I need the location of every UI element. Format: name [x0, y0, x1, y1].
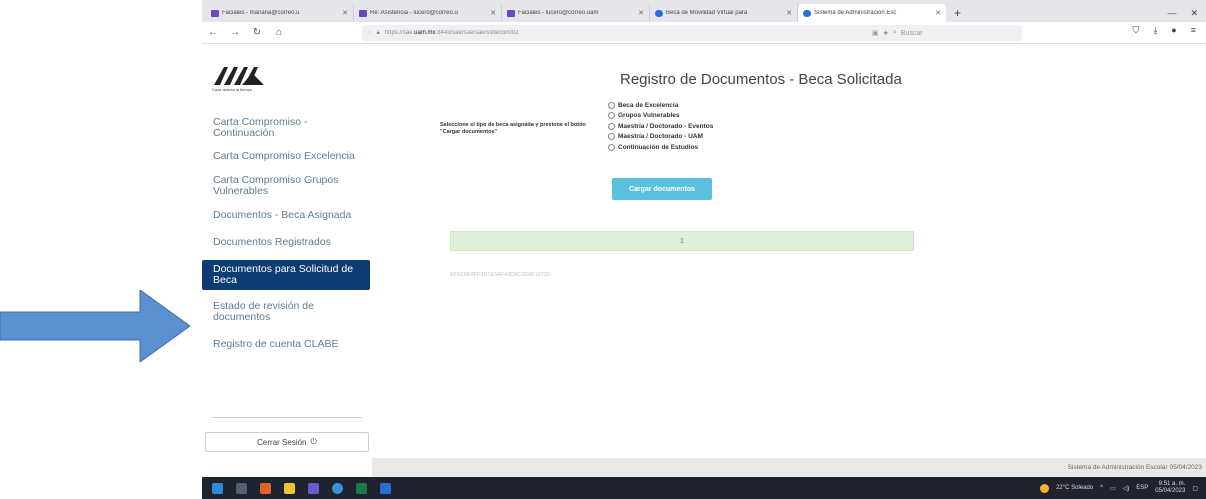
- pointer-arrow: [0, 290, 190, 362]
- os-taskbar: 22°C Soleado ^ ▭ ◁) ESP 9:51 a. m. 05/04…: [202, 477, 1206, 499]
- close-tab-icon[interactable]: ✕: [490, 9, 496, 17]
- close-tab-icon[interactable]: ✕: [935, 9, 941, 17]
- close-window-icon[interactable]: ✕: [1190, 8, 1198, 19]
- chrome-icon[interactable]: [332, 482, 343, 494]
- app-area: Casa abierta al tiempo Carta Compromiso …: [202, 45, 1206, 458]
- teams-icon[interactable]: [308, 482, 319, 494]
- footer: Sistema de Administración Escolar 05/04/…: [372, 458, 1206, 477]
- logout-label: Cerrar Sesión: [257, 437, 307, 447]
- windows-start-icon[interactable]: [212, 482, 223, 494]
- option-maestria-uam[interactable]: Maestría / Doctorado - UAM: [608, 132, 713, 143]
- tab-title: Faciales - lucero@correo.uam: [518, 10, 599, 16]
- browser-tab-5[interactable]: Sistema de Administración Esc ✕: [798, 4, 946, 22]
- mail-favicon-icon: [359, 9, 367, 17]
- sidebar: Casa abierta al tiempo Carta Compromiso …: [202, 45, 370, 458]
- lock-icon: 🔒︎: [376, 29, 380, 36]
- excel-icon[interactable]: [356, 482, 367, 494]
- new-tab-button[interactable]: +: [946, 4, 969, 22]
- browser-tab-1[interactable]: Faciales - mariana@correo.u ✕: [206, 4, 354, 22]
- close-tab-icon[interactable]: ✕: [638, 9, 644, 17]
- shield-icon: ◌: [368, 30, 372, 36]
- minimize-icon[interactable]: —: [1167, 8, 1176, 18]
- page-title: Registro de Documentos - Beca Solicitada: [620, 71, 902, 88]
- session-hash: AF5C6B9FF0D7E5AF43D8C2D0F1072D: [450, 272, 551, 278]
- power-icon: ⏻: [310, 437, 317, 446]
- radio-button[interactable]: [608, 133, 615, 141]
- window-controls: — ✕: [1167, 4, 1206, 22]
- tab-title: Re: Asistencia - lucero@correo.u: [370, 10, 458, 16]
- task-view-icon[interactable]: [236, 482, 247, 494]
- sidebar-divider: [212, 417, 362, 418]
- sidebar-menu: Carta Compromiso - Continuación Carta Co…: [202, 117, 370, 350]
- outlook-icon[interactable]: [380, 482, 391, 494]
- volume-icon[interactable]: ◁): [1123, 485, 1130, 492]
- browser-tab-2[interactable]: Re: Asistencia - lucero@correo.u ✕: [354, 4, 502, 22]
- language-indicator[interactable]: ESP: [1136, 485, 1148, 491]
- mail-favicon-icon: [211, 9, 219, 17]
- weather-text[interactable]: 22°C Soleado: [1056, 485, 1093, 491]
- sidebar-item-documentos-asignada[interactable]: Documentos - Beca Asignada: [202, 210, 370, 221]
- sidebar-item-registro-clabe[interactable]: Registro de cuenta CLABE: [202, 339, 370, 350]
- radio-button[interactable]: [608, 122, 615, 130]
- search-placeholder: Buscar: [900, 29, 923, 37]
- account-icon[interactable]: ●: [1171, 25, 1176, 36]
- home-icon[interactable]: ⌂: [268, 27, 290, 38]
- main-content: Registro de Documentos - Beca Solicitada…: [372, 45, 1206, 458]
- radio-button[interactable]: [608, 101, 615, 109]
- upload-documents-button[interactable]: Cargar documentos: [612, 178, 712, 200]
- network-icon[interactable]: ▭: [1110, 485, 1116, 492]
- navigation-bar: ← → ↻ ⌂ ◌ 🔒︎ https://sae.uam.mx:8443/sae…: [202, 22, 1206, 44]
- bookmark-star-icon[interactable]: ★: [883, 29, 889, 37]
- logout-button[interactable]: Cerrar Sesión ⏻: [205, 432, 369, 452]
- search-icon: ⌕: [892, 29, 897, 36]
- option-beca-excelencia[interactable]: Beca de Excelencia: [608, 100, 713, 111]
- sidebar-item-estado-revision[interactable]: Estado de revisión de documentos: [202, 301, 370, 323]
- weather-sun-icon: [1040, 483, 1050, 493]
- menu-icon[interactable]: ≡: [1191, 25, 1196, 36]
- notification-icon[interactable]: ▢: [1192, 485, 1198, 492]
- sidebar-item-documentos-registrados[interactable]: Documentos Registrados: [202, 237, 370, 248]
- file-explorer-icon[interactable]: [284, 482, 295, 494]
- tab-title: Faciales - mariana@correo.u: [222, 10, 300, 16]
- sidebar-item-carta-grupos[interactable]: Carta Compromiso Grupos Vulnerables: [202, 175, 370, 197]
- mail-favicon-icon: [507, 9, 515, 17]
- download-icon[interactable]: ⤓: [1153, 25, 1157, 36]
- status-alert: 1: [450, 231, 914, 251]
- back-arrow-icon[interactable]: ←: [202, 27, 224, 38]
- cloud-favicon-icon: [655, 9, 663, 17]
- option-maestria-eventos[interactable]: Maestría / Doctorado - Eventos: [608, 121, 713, 132]
- uam-logo-mark: [214, 67, 264, 85]
- taskbar-icons: [202, 482, 391, 494]
- tab-bar: Faciales - mariana@correo.u ✕ Re: Asiste…: [202, 0, 1206, 22]
- toolbar-buttons: ⛉ ⤓ ● ≡: [1133, 25, 1206, 36]
- close-tab-icon[interactable]: ✕: [786, 9, 792, 17]
- cloud-favicon-icon: [803, 9, 811, 17]
- search-box[interactable]: ▣ ★ ⌕ Buscar: [872, 25, 1012, 41]
- radio-button[interactable]: [608, 143, 615, 151]
- reader-icon[interactable]: ▣: [872, 29, 879, 37]
- beca-type-options: Beca de Excelencia Grupos Vulnerables Ma…: [608, 100, 713, 153]
- system-tray: 22°C Soleado ^ ▭ ◁) ESP 9:51 a. m. 05/04…: [1040, 481, 1206, 495]
- browser-tab-3[interactable]: Faciales - lucero@correo.uam ✕: [502, 4, 650, 22]
- uam-logo: Casa abierta al tiempo: [212, 65, 266, 95]
- close-tab-icon[interactable]: ✕: [342, 9, 348, 17]
- taskbar-clock[interactable]: 9:51 a. m. 05/04/2023: [1155, 481, 1185, 495]
- tab-title: Sistema de Administración Esc: [814, 10, 897, 16]
- sidebar-item-carta-excelencia[interactable]: Carta Compromiso Excelencia: [202, 151, 370, 162]
- browser-tab-4[interactable]: Beca de Movilidad Virtual para ✕: [650, 4, 798, 22]
- pocket-icon[interactable]: ⛉: [1133, 25, 1140, 36]
- sidebar-item-documentos-solicitud[interactable]: Documentos para Solicitud de Beca: [202, 260, 370, 290]
- logo-slogan: Casa abierta al tiempo: [212, 87, 253, 92]
- tab-title: Beca de Movilidad Virtual para: [666, 10, 748, 16]
- option-continuacion-estudios[interactable]: Continuación de Estudios: [608, 142, 713, 153]
- tray-chevron-icon[interactable]: ^: [1100, 485, 1103, 491]
- reload-icon[interactable]: ↻: [246, 27, 268, 38]
- instruction-text: Seleccione el tipo de beca asignada y pr…: [440, 122, 586, 135]
- radio-button[interactable]: [608, 112, 615, 120]
- browser-window: Faciales - mariana@correo.u ✕ Re: Asiste…: [202, 0, 1206, 499]
- option-grupos-vulnerables[interactable]: Grupos Vulnerables: [608, 111, 713, 122]
- sidebar-item-carta-continuacion[interactable]: Carta Compromiso - Continuación: [202, 117, 370, 139]
- forward-arrow-icon[interactable]: →: [224, 27, 246, 38]
- firefox-icon[interactable]: [260, 482, 271, 494]
